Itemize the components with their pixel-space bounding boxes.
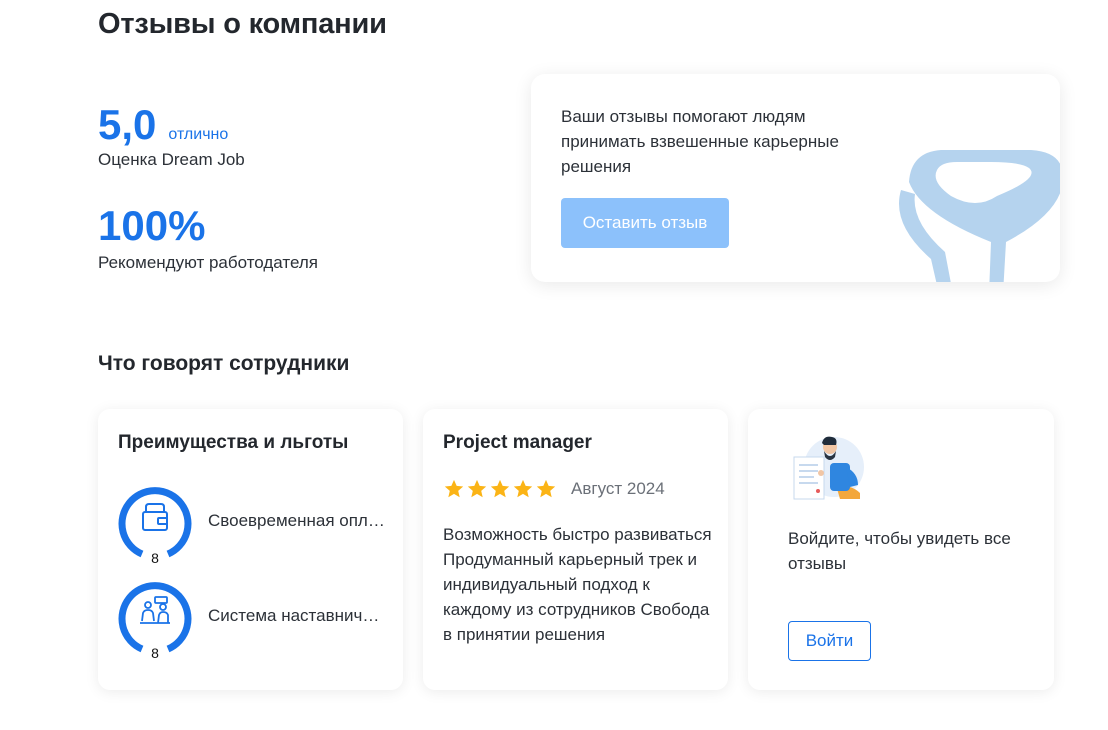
benefit-item[interactable]: 8 Своевременная оплата труда [118, 482, 393, 566]
login-card: Войдите, чтобы увидеть все отзывы Войти [748, 409, 1054, 690]
benefit-item[interactable]: 8 Система наставничества [118, 577, 393, 661]
wallet-icon [142, 503, 168, 531]
recommend-summary: 100% Рекомендуют работодателя [98, 203, 318, 273]
benefits-card[interactable]: Преимущества и льготы 8 Своевременная оп… [98, 409, 403, 690]
leave-review-card: Ваши отзывы помогают людям принимать взв… [531, 74, 1060, 282]
review-card[interactable]: Project manager Август 2024 Возможность … [423, 409, 728, 690]
star-icon [536, 479, 556, 498]
star-icon [467, 479, 487, 498]
review-meta: Август 2024 [443, 478, 665, 500]
leave-review-button[interactable]: Оставить отзыв [561, 198, 729, 248]
benefit-count: 8 [146, 550, 164, 566]
recommend-label: Рекомендуют работодателя [98, 253, 318, 272]
star-icon [490, 479, 510, 498]
brand-logo-icon [899, 150, 1060, 282]
score-value: 5,0 [98, 101, 157, 148]
score-row: 5,0 отлично [98, 102, 245, 148]
review-title: Project manager [443, 432, 592, 453]
review-text: Возможность быстро развиваться Продуманн… [443, 525, 712, 644]
login-button[interactable]: Войти [788, 621, 871, 661]
rating-summary: 5,0 отлично Оценка Dream Job [98, 102, 245, 170]
mentoring-icon [140, 596, 170, 624]
person-with-document-illustration [793, 436, 864, 500]
score-word: отлично [168, 126, 229, 143]
section-title: Что говорят сотрудники [98, 352, 350, 375]
benefits-card-title: Преимущества и льготы [118, 432, 349, 453]
recommend-value: 100% [98, 202, 206, 249]
page-title: Отзывы о компании [98, 8, 387, 40]
benefit-label: Своевременная оплата труда [208, 511, 388, 530]
score-label: Оценка Dream Job [98, 150, 245, 169]
star-icon [444, 479, 464, 498]
benefit-label: Система наставничества [208, 606, 388, 625]
benefit-count: 8 [146, 645, 164, 661]
login-text: Войдите, чтобы увидеть все отзывы [788, 529, 1011, 573]
review-stars [443, 478, 557, 500]
cta-text: Ваши отзывы помогают людям принимать взв… [561, 107, 839, 176]
review-date: Август 2024 [571, 479, 665, 498]
star-icon [513, 479, 533, 498]
